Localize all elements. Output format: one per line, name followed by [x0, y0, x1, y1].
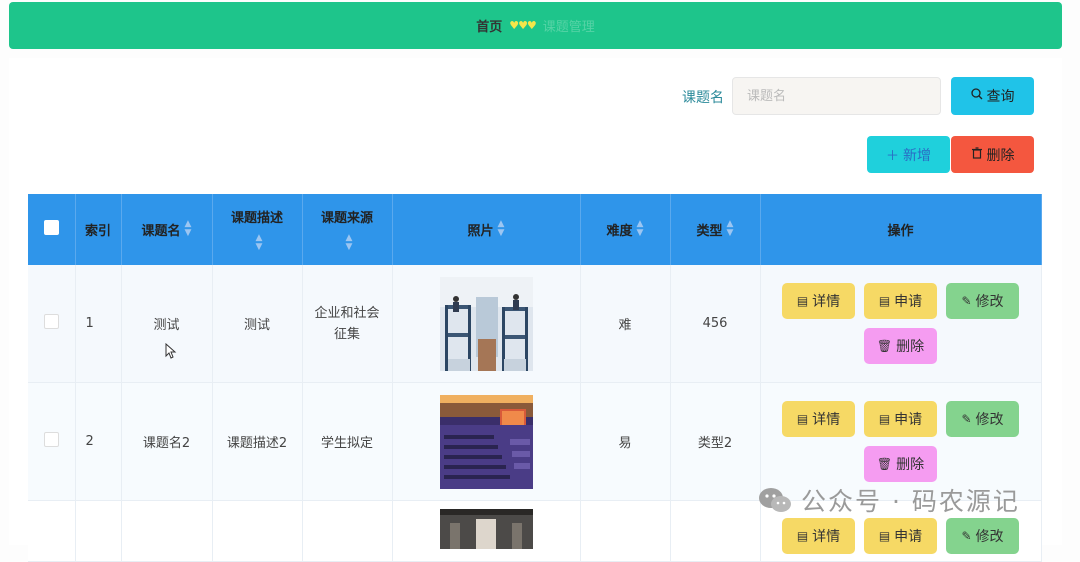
- topic-photo-partial[interactable]: [439, 509, 533, 549]
- watermark-text: 公众号 · 码农源记: [801, 487, 1020, 516]
- cell-difficulty: 易: [580, 382, 671, 501]
- add-button[interactable]: ＋ 新增: [867, 136, 950, 173]
- edit-button[interactable]: ✎ 修改: [946, 283, 1019, 319]
- header-photo[interactable]: 照片 ▲ ▼: [392, 194, 581, 265]
- cell-type: 类型2: [670, 382, 761, 501]
- sort-icon[interactable]: ▲ ▼: [256, 233, 263, 252]
- cell-name: 课题名2: [121, 382, 213, 501]
- breadcrumb-home[interactable]: 首页: [476, 16, 502, 35]
- apply-button[interactable]: ▤ 申请: [864, 518, 937, 554]
- batch-delete-button-label: 删除: [986, 147, 1015, 164]
- search-label: 课题名: [682, 90, 724, 106]
- cell-photo: [392, 500, 581, 562]
- detail-button[interactable]: ▤ 详情: [782, 401, 855, 437]
- apply-button[interactable]: ▤ 申请: [864, 283, 937, 319]
- watermark: 公众号 · 码农源记: [757, 482, 1020, 518]
- cell-name: 测试: [121, 265, 213, 383]
- edit-button[interactable]: ✎ 修改: [946, 401, 1019, 437]
- delete-button[interactable]: 🗑 删除: [864, 328, 937, 364]
- pencil-icon: ✎: [961, 294, 972, 308]
- detail-button[interactable]: ▤ 详情: [782, 518, 855, 554]
- query-button[interactable]: 查询: [951, 77, 1034, 115]
- header-source[interactable]: 课题来源 ▲ ▼: [302, 194, 393, 265]
- sort-icon[interactable]: ▲ ▼: [727, 220, 734, 238]
- cell-source: 学生拟定: [302, 382, 393, 501]
- cell-desc: 测试: [212, 265, 303, 383]
- header-desc[interactable]: 课题描述 ▲ ▼: [212, 194, 303, 265]
- document-icon: ▤: [796, 412, 809, 426]
- apply-button[interactable]: ▤ 申请: [864, 401, 937, 437]
- topic-photo-dormitory[interactable]: [439, 276, 533, 371]
- delete-button[interactable]: 🗑 删除: [864, 446, 937, 482]
- cell-difficulty: 难: [580, 265, 671, 383]
- sort-icon[interactable]: ▲ ▼: [498, 220, 505, 238]
- sort-icon[interactable]: ▲ ▼: [185, 220, 192, 238]
- row-checkbox[interactable]: [43, 432, 59, 447]
- cell-photo: [392, 382, 581, 501]
- header-index: 索引: [75, 194, 122, 265]
- header-difficulty[interactable]: 难度 ▲ ▼: [580, 194, 671, 265]
- header-select-all[interactable]: [28, 194, 76, 265]
- search-icon: [970, 88, 983, 104]
- header-name[interactable]: 课题名 ▲ ▼: [121, 194, 213, 265]
- breadcrumb-bar: 首页 ♥♥♥ 课题管理: [9, 2, 1062, 49]
- add-button-label: 新增: [903, 147, 931, 164]
- cell-ops: ▤ 详情 ▤ 申请 ✎ 修改 🗑 删除: [760, 265, 1042, 383]
- table-header-row: 索引 课题名 ▲ ▼ 课题描述 ▲ ▼ 课题来源 ▲ ▼ 照片 ▲ ▼ 难度 ▲ ▼ 类型 ▲ ▼ 操作: [28, 194, 1042, 265]
- breadcrumb-current: 课题管理: [542, 20, 595, 35]
- row-checkbox[interactable]: [43, 314, 59, 329]
- cell-source: 企业和社会征集: [302, 265, 393, 383]
- query-button-label: 查询: [986, 89, 1015, 105]
- pencil-icon: ✎: [961, 412, 972, 426]
- trash-icon: 🗑: [876, 339, 893, 353]
- sort-icon[interactable]: ▲ ▼: [637, 220, 644, 238]
- sort-icon[interactable]: ▲ ▼: [346, 233, 353, 252]
- cell-type: 456: [670, 265, 761, 383]
- pencil-icon: ✎: [961, 529, 972, 543]
- batch-delete-button[interactable]: 删除: [951, 136, 1034, 173]
- header-type[interactable]: 类型 ▲ ▼: [670, 194, 761, 265]
- detail-button[interactable]: ▤ 详情: [782, 283, 855, 319]
- trash-icon: [971, 146, 983, 163]
- document-icon: ▤: [796, 529, 809, 543]
- cell-index: 1: [75, 265, 122, 383]
- breadcrumb-separator-hearts-icon: ♥♥♥: [509, 19, 537, 32]
- document-icon: ▤: [878, 294, 891, 308]
- header-ops: 操作: [760, 194, 1042, 265]
- wechat-icon: [759, 488, 791, 512]
- document-icon: ▤: [796, 294, 809, 308]
- cell-desc: 课题描述2: [212, 382, 303, 501]
- search-input[interactable]: [732, 77, 941, 115]
- document-icon: ▤: [878, 529, 891, 543]
- select-all-checkbox[interactable]: [43, 220, 59, 235]
- document-icon: ▤: [878, 412, 891, 426]
- cell-photo: [392, 265, 581, 383]
- mouse-cursor-icon: [165, 343, 177, 359]
- topic-photo-auditorium[interactable]: [439, 394, 533, 489]
- cell-index: 2: [75, 382, 122, 501]
- trash-icon: 🗑: [876, 457, 893, 471]
- table-row: 1 测试 测试 企业和社会征集 难 456 ▤ 详情 ▤ 申请 ✎ 修改 🗑 删…: [28, 265, 1042, 383]
- edit-button[interactable]: ✎ 修改: [946, 518, 1019, 554]
- plus-icon: ＋: [885, 149, 899, 164]
